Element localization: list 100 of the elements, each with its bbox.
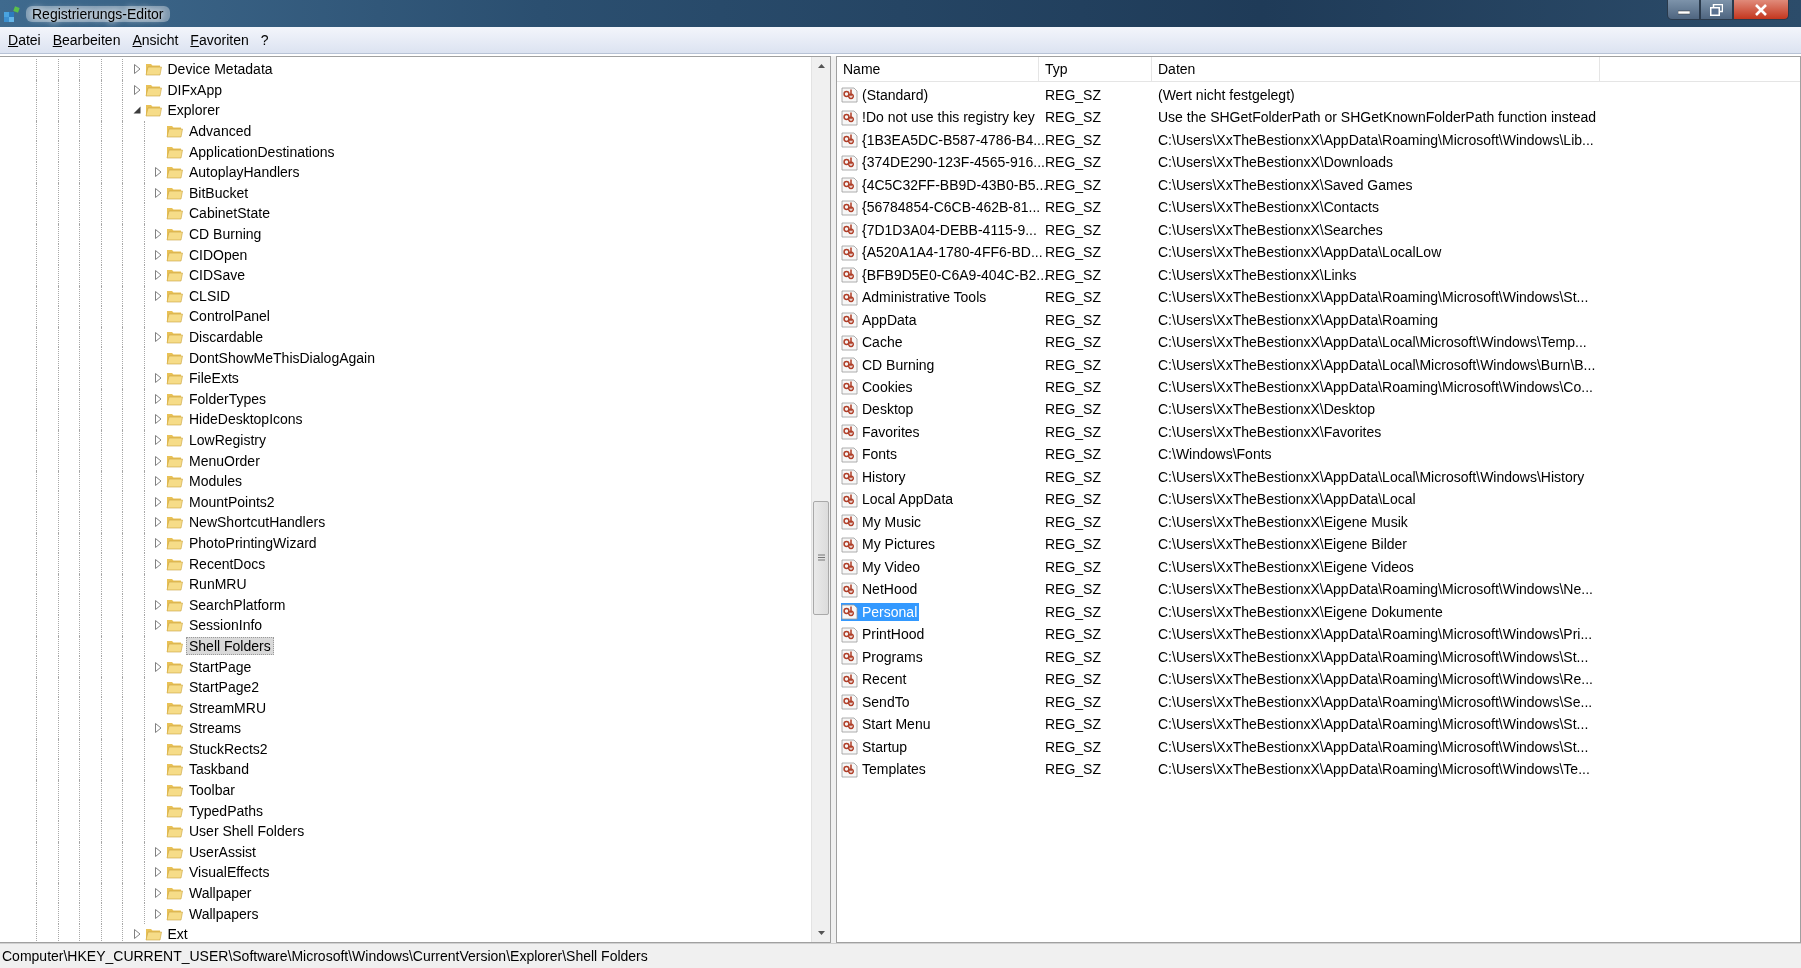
- value-name[interactable]: Administrative Tools: [841, 288, 989, 307]
- expand-arrow-icon[interactable]: [155, 661, 162, 672]
- collapse-arrow-icon[interactable]: [132, 106, 141, 115]
- expand-arrow-icon[interactable]: [155, 620, 162, 631]
- tree-item[interactable]: RunMRU: [186, 575, 250, 594]
- expand-arrow-icon[interactable]: [133, 929, 141, 940]
- value-name[interactable]: {1B3EA5DC-B587-4786-B4...: [841, 130, 1047, 149]
- expand-arrow-icon[interactable]: [155, 270, 162, 281]
- expand-arrow-icon[interactable]: [155, 537, 162, 548]
- tree-item[interactable]: StreamMRU: [186, 698, 269, 717]
- expand-arrow-icon[interactable]: [155, 455, 162, 466]
- menu-item[interactable]: Favoriten: [184, 30, 255, 50]
- tree-item[interactable]: Ext: [164, 925, 191, 942]
- tree-item[interactable]: DIFxApp: [164, 80, 225, 99]
- tree-item[interactable]: CD Burning: [186, 225, 265, 244]
- scroll-thumb[interactable]: [813, 500, 829, 615]
- tree-item[interactable]: ControlPanel: [186, 307, 273, 326]
- tree-item[interactable]: Explorer: [164, 101, 223, 120]
- tree-item[interactable]: SessionInfo: [186, 616, 266, 635]
- tree-item[interactable]: AutoplayHandlers: [186, 163, 303, 182]
- tree-item[interactable]: Device Metadata: [164, 60, 276, 79]
- scrollbar[interactable]: [811, 57, 830, 942]
- tree-item[interactable]: FileExts: [186, 369, 242, 388]
- tree-item[interactable]: Toolbar: [186, 781, 238, 800]
- tree-item[interactable]: ApplicationDestinations: [186, 142, 338, 161]
- expand-arrow-icon[interactable]: [155, 167, 162, 178]
- value-name[interactable]: My Music: [841, 512, 924, 531]
- expand-arrow-icon[interactable]: [155, 187, 162, 198]
- expand-arrow-icon[interactable]: [155, 888, 162, 899]
- expand-arrow-icon[interactable]: [155, 332, 162, 342]
- value-name[interactable]: Start Menu: [841, 715, 933, 734]
- menu-item[interactable]: Datei: [2, 30, 47, 50]
- tree-item[interactable]: FolderTypes: [186, 389, 270, 408]
- value-name[interactable]: !Do not use this registry key: [841, 108, 1037, 127]
- value-name[interactable]: SendTo: [841, 692, 912, 711]
- expand-arrow-icon[interactable]: [155, 414, 162, 425]
- tree-item[interactable]: Wallpapers: [186, 904, 262, 923]
- value-name[interactable]: (Standard): [841, 85, 931, 104]
- tree-item[interactable]: MenuOrder: [186, 451, 263, 470]
- tree-item[interactable]: Taskband: [186, 760, 252, 779]
- tree-item[interactable]: MountPoints2: [186, 492, 278, 511]
- tree-item[interactable]: HideDesktopIcons: [186, 410, 306, 429]
- tree-item[interactable]: CLSID: [186, 286, 234, 305]
- tree-item[interactable]: StartPage: [186, 657, 255, 676]
- value-name[interactable]: Programs: [841, 647, 925, 666]
- expand-arrow-icon[interactable]: [155, 229, 162, 240]
- value-name[interactable]: Local AppData: [841, 490, 956, 509]
- value-name[interactable]: {7D1D3A04-DEBB-4115-9...: [841, 220, 1039, 239]
- value-name[interactable]: CD Burning: [841, 355, 937, 374]
- value-name[interactable]: Fonts: [841, 445, 899, 464]
- tree-item[interactable]: StuckRects2: [186, 739, 271, 758]
- tree-item[interactable]: SearchPlatform: [186, 595, 289, 614]
- expand-arrow-icon[interactable]: [155, 908, 162, 919]
- value-name[interactable]: Recent: [841, 670, 909, 689]
- value-name[interactable]: NetHood: [841, 580, 920, 599]
- tree-item[interactable]: VisualEffects: [186, 863, 273, 882]
- value-name[interactable]: Desktop: [841, 400, 916, 419]
- tree-item[interactable]: Advanced: [186, 122, 255, 141]
- value-name[interactable]: Cache: [841, 333, 905, 351]
- value-name[interactable]: Favorites: [841, 422, 922, 441]
- tree-item[interactable]: CabinetState: [186, 204, 273, 223]
- expand-arrow-icon[interactable]: [155, 476, 162, 487]
- tree-item[interactable]: BitBucket: [186, 183, 252, 202]
- tree-item[interactable]: PhotoPrintingWizard: [186, 533, 320, 552]
- value-name[interactable]: {56784854-C6CB-462B-81...: [841, 198, 1043, 217]
- tree-item[interactable]: NewShortcutHandlers: [186, 513, 329, 532]
- expand-arrow-icon[interactable]: [155, 846, 162, 857]
- tree-item[interactable]: Wallpaper: [186, 884, 255, 903]
- expand-arrow-icon[interactable]: [133, 64, 141, 75]
- value-name[interactable]: History: [841, 467, 908, 486]
- expand-arrow-icon[interactable]: [155, 496, 162, 507]
- value-name[interactable]: Startup: [841, 737, 910, 756]
- tree-item[interactable]: User Shell Folders: [186, 822, 308, 841]
- scroll-down-icon[interactable]: [817, 931, 825, 936]
- expand-arrow-icon[interactable]: [155, 723, 162, 734]
- expand-arrow-icon[interactable]: [155, 373, 162, 384]
- value-name[interactable]: {374DE290-123F-4565-916...: [841, 153, 1047, 172]
- expand-arrow-icon[interactable]: [155, 393, 162, 404]
- tree-item[interactable]: LowRegistry: [186, 431, 270, 449]
- menu-item[interactable]: Ansicht: [126, 30, 185, 50]
- tree-item[interactable]: UserAssist: [186, 842, 259, 861]
- value-name[interactable]: My Video: [841, 557, 923, 576]
- expand-arrow-icon[interactable]: [155, 558, 162, 569]
- tree-item[interactable]: TypedPaths: [186, 801, 266, 820]
- minimize-button[interactable]: [1667, 0, 1700, 20]
- restore-button[interactable]: [1700, 0, 1733, 20]
- menu-item[interactable]: Bearbeiten: [46, 30, 127, 50]
- value-name[interactable]: Templates: [841, 760, 928, 779]
- expand-arrow-icon[interactable]: [155, 517, 162, 528]
- value-name[interactable]: Cookies: [841, 378, 915, 396]
- tree-item[interactable]: DontShowMeThisDialogAgain: [186, 348, 378, 367]
- tree-item[interactable]: Streams: [186, 719, 245, 738]
- expand-arrow-icon[interactable]: [155, 599, 162, 610]
- tree-item[interactable]: Shell Folders: [186, 636, 274, 655]
- value-name[interactable]: {A520A1A4-1780-4FF6-BD...: [841, 243, 1045, 262]
- tree-item[interactable]: Discardable: [186, 328, 266, 346]
- tree-item[interactable]: CIDSave: [186, 266, 249, 285]
- menu-item[interactable]: ?: [254, 30, 275, 50]
- tree-item[interactable]: Modules: [186, 472, 245, 491]
- value-name[interactable]: PrintHood: [841, 625, 927, 644]
